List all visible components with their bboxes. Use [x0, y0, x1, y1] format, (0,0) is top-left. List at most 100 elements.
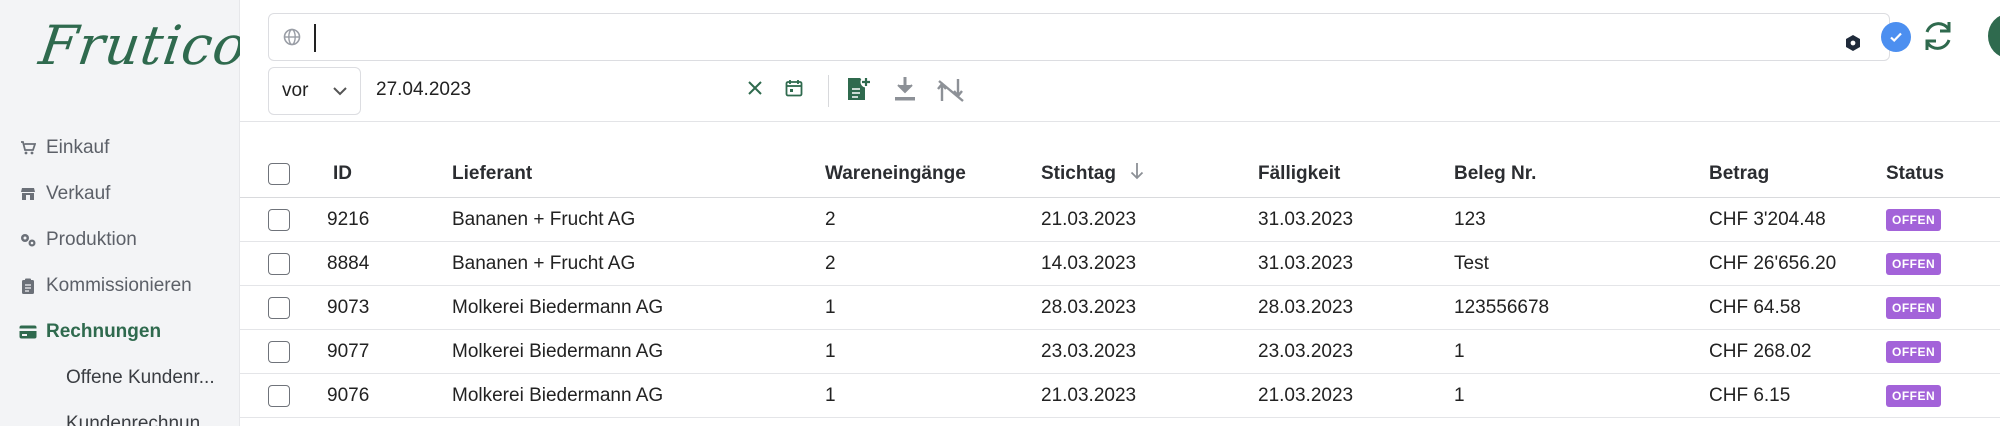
- table-row[interactable]: 9216 Bananen + Frucht AG 2 21.03.2023 31…: [240, 198, 2000, 242]
- cell-beleg-nr: 123556678: [1454, 296, 1550, 318]
- status-badge: OFFEN: [1886, 340, 1942, 363]
- search-bar[interactable]: [268, 13, 1911, 61]
- sidebar-subitem-label: Offene Kundenr...: [66, 367, 215, 388]
- column-header-label: Stichtag: [1041, 162, 1116, 184]
- calendar-icon[interactable]: [785, 79, 803, 97]
- date-filter-value[interactable]: 27.04.2023: [376, 79, 471, 101]
- search-input[interactable]: [319, 18, 1719, 56]
- unlink-icon[interactable]: [936, 77, 966, 103]
- cell-betrag: CHF 268.02: [1709, 340, 1812, 362]
- table-header: ID Lieferant Wareneingänge Stichtag Fäll…: [240, 150, 2000, 198]
- cell-faelligkeit: 28.03.2023: [1258, 296, 1354, 318]
- cell-beleg-nr: Test: [1454, 252, 1489, 274]
- sidebar-item-rechnungen[interactable]: Rechnungen: [0, 309, 240, 355]
- column-header-stichtag[interactable]: Stichtag: [1041, 150, 1144, 197]
- cell-lieferant: Molkerei Biedermann AG: [452, 296, 664, 318]
- clipboard-icon: [18, 276, 38, 296]
- clear-date-icon[interactable]: [746, 79, 764, 97]
- status-badge: OFFEN: [1886, 384, 1942, 407]
- select-all-checkbox[interactable]: [268, 162, 290, 185]
- extension-icon[interactable]: [1845, 34, 1861, 57]
- row-checkbox[interactable]: [268, 384, 290, 407]
- status-badge: OFFEN: [1886, 252, 1942, 275]
- store-icon: [18, 184, 38, 204]
- avatar[interactable]: [1988, 14, 2000, 58]
- download-icon[interactable]: [893, 75, 917, 103]
- column-header-id[interactable]: ID: [333, 150, 352, 197]
- toolbar: vor 27.04.2023: [240, 0, 2000, 122]
- date-operator-value: vor: [282, 80, 309, 101]
- cell-beleg-nr: 1: [1454, 340, 1465, 362]
- cell-stichtag: 28.03.2023: [1041, 296, 1137, 318]
- sidebar-item-einkauf[interactable]: Einkauf: [0, 125, 240, 171]
- status-badge: OFFEN: [1886, 208, 1942, 231]
- sidebar-subitem-kundenrechnungen[interactable]: Kundenrechnun...: [0, 401, 240, 426]
- sidebar-item-label: Rechnungen: [46, 321, 162, 342]
- table-row[interactable]: 9076 Molkerei Biedermann AG 1 21.03.2023…: [240, 374, 2000, 418]
- cell-beleg-nr: 1: [1454, 384, 1465, 406]
- sidebar-item-produktion[interactable]: Produktion: [0, 217, 240, 263]
- column-header-lieferant[interactable]: Lieferant: [452, 150, 532, 197]
- sidebar-item-label: Einkauf: [46, 137, 110, 158]
- cell-stichtag: 21.03.2023: [1041, 384, 1137, 406]
- column-header-wareneingaenge[interactable]: Wareneingänge: [825, 150, 966, 197]
- toolbar-divider: [828, 75, 829, 107]
- column-header-beleg-nr[interactable]: Beleg Nr.: [1454, 150, 1536, 197]
- sidebar-item-label: Kommissionieren: [46, 275, 192, 296]
- cell-id: 9077: [327, 340, 370, 362]
- add-document-icon[interactable]: [846, 75, 872, 103]
- invoice-table: ID Lieferant Wareneingänge Stichtag Fäll…: [240, 150, 2000, 418]
- sidebar-subitem-offene-kundenrechnungen[interactable]: Offene Kundenr...: [0, 355, 240, 401]
- sidebar-item-label: Verkauf: [46, 183, 111, 204]
- cell-faelligkeit: 21.03.2023: [1258, 384, 1354, 406]
- cell-lieferant: Molkerei Biedermann AG: [452, 340, 664, 362]
- cell-wareneingaenge: 2: [825, 252, 836, 274]
- refresh-icon[interactable]: [1920, 18, 1956, 59]
- status-badge: OFFEN: [1886, 296, 1942, 319]
- row-checkbox[interactable]: [268, 208, 290, 231]
- table-row[interactable]: 8884 Bananen + Frucht AG 2 14.03.2023 31…: [240, 242, 2000, 286]
- sidebar-nav: Einkauf Verkauf Produktion Kommissionier…: [0, 125, 240, 426]
- cell-betrag: CHF 64.58: [1709, 296, 1801, 318]
- checkmark-icon[interactable]: [1881, 22, 1911, 52]
- cell-beleg-nr: 123: [1454, 208, 1486, 230]
- cell-wareneingaenge: 1: [825, 296, 836, 318]
- cell-wareneingaenge: 2: [825, 208, 836, 230]
- column-header-betrag[interactable]: Betrag: [1709, 150, 1769, 197]
- filter-bar: vor 27.04.2023: [268, 67, 1068, 115]
- cell-stichtag: 23.03.2023: [1041, 340, 1137, 362]
- cell-id: 8884: [327, 252, 370, 274]
- cell-lieferant: Bananen + Frucht AG: [452, 208, 636, 230]
- cell-wareneingaenge: 1: [825, 384, 836, 406]
- cell-lieferant: Molkerei Biedermann AG: [452, 384, 664, 406]
- cell-betrag: CHF 26'656.20: [1709, 252, 1837, 274]
- sidebar-item-label: Produktion: [46, 229, 137, 250]
- cell-faelligkeit: 31.03.2023: [1258, 252, 1354, 274]
- chevron-down-icon: [332, 83, 348, 105]
- cell-id: 9216: [327, 208, 370, 230]
- date-operator-select[interactable]: vor: [268, 67, 361, 115]
- row-checkbox[interactable]: [268, 296, 290, 319]
- row-checkbox[interactable]: [268, 252, 290, 275]
- sidebar-item-verkauf[interactable]: Verkauf: [0, 171, 240, 217]
- text-cursor: [314, 24, 316, 52]
- table-row[interactable]: 9077 Molkerei Biedermann AG 1 23.03.2023…: [240, 330, 2000, 374]
- globe-icon: [283, 28, 301, 51]
- sidebar-subitem-label: Kundenrechnun...: [66, 413, 217, 426]
- sidebar: Frutico Einkauf Verkauf Produktion Kommi…: [0, 0, 251, 426]
- cell-betrag: CHF 6.15: [1709, 384, 1791, 406]
- cell-faelligkeit: 23.03.2023: [1258, 340, 1354, 362]
- column-header-status[interactable]: Status: [1886, 150, 1944, 197]
- cell-stichtag: 14.03.2023: [1041, 252, 1137, 274]
- row-checkbox[interactable]: [268, 340, 290, 363]
- sort-descending-icon[interactable]: [1130, 162, 1144, 186]
- app-logo: Frutico: [35, 14, 252, 77]
- cell-lieferant: Bananen + Frucht AG: [452, 252, 636, 274]
- cell-id: 9073: [327, 296, 370, 318]
- cell-id: 9076: [327, 384, 370, 406]
- sidebar-item-kommissionieren[interactable]: Kommissionieren: [0, 263, 240, 309]
- cart-icon: [18, 138, 38, 158]
- column-header-faelligkeit[interactable]: Fälligkeit: [1258, 150, 1340, 197]
- table-row[interactable]: 9073 Molkerei Biedermann AG 1 28.03.2023…: [240, 286, 2000, 330]
- cell-faelligkeit: 31.03.2023: [1258, 208, 1354, 230]
